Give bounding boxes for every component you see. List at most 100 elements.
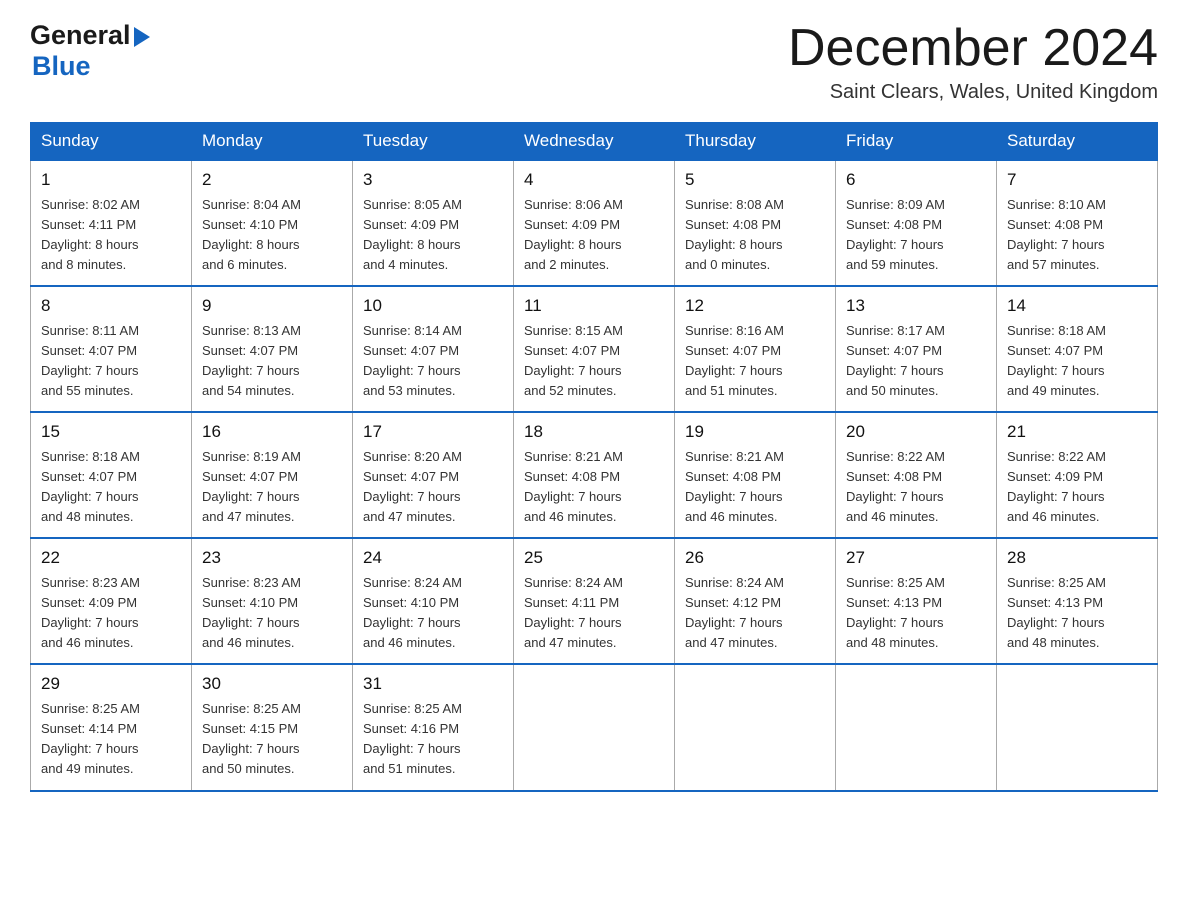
calendar-cell: 11Sunrise: 8:15 AMSunset: 4:07 PMDayligh… xyxy=(514,286,675,412)
day-number: 28 xyxy=(1007,545,1147,571)
weekday-header-friday: Friday xyxy=(836,123,997,161)
calendar-cell: 23Sunrise: 8:23 AMSunset: 4:10 PMDayligh… xyxy=(192,538,353,664)
day-info: Sunrise: 8:25 AMSunset: 4:15 PMDaylight:… xyxy=(202,699,342,780)
day-number: 8 xyxy=(41,293,181,319)
day-number: 16 xyxy=(202,419,342,445)
calendar-cell: 2Sunrise: 8:04 AMSunset: 4:10 PMDaylight… xyxy=(192,160,353,286)
calendar-cell: 25Sunrise: 8:24 AMSunset: 4:11 PMDayligh… xyxy=(514,538,675,664)
calendar-cell: 28Sunrise: 8:25 AMSunset: 4:13 PMDayligh… xyxy=(997,538,1158,664)
calendar-cell: 14Sunrise: 8:18 AMSunset: 4:07 PMDayligh… xyxy=(997,286,1158,412)
calendar-cell: 5Sunrise: 8:08 AMSunset: 4:08 PMDaylight… xyxy=(675,160,836,286)
day-info: Sunrise: 8:24 AMSunset: 4:12 PMDaylight:… xyxy=(685,573,825,654)
calendar-cell xyxy=(836,664,997,790)
day-number: 5 xyxy=(685,167,825,193)
page-header: General Blue December 2024 Saint Clears,… xyxy=(30,20,1158,104)
day-info: Sunrise: 8:04 AMSunset: 4:10 PMDaylight:… xyxy=(202,195,342,276)
day-number: 1 xyxy=(41,167,181,193)
calendar-cell: 20Sunrise: 8:22 AMSunset: 4:08 PMDayligh… xyxy=(836,412,997,538)
calendar-cell: 16Sunrise: 8:19 AMSunset: 4:07 PMDayligh… xyxy=(192,412,353,538)
day-info: Sunrise: 8:21 AMSunset: 4:08 PMDaylight:… xyxy=(524,447,664,528)
day-number: 31 xyxy=(363,671,503,697)
day-number: 4 xyxy=(524,167,664,193)
calendar-cell: 4Sunrise: 8:06 AMSunset: 4:09 PMDaylight… xyxy=(514,160,675,286)
calendar-cell: 8Sunrise: 8:11 AMSunset: 4:07 PMDaylight… xyxy=(31,286,192,412)
day-number: 10 xyxy=(363,293,503,319)
month-title: December 2024 xyxy=(788,20,1158,77)
day-info: Sunrise: 8:18 AMSunset: 4:07 PMDaylight:… xyxy=(41,447,181,528)
day-info: Sunrise: 8:19 AMSunset: 4:07 PMDaylight:… xyxy=(202,447,342,528)
day-number: 18 xyxy=(524,419,664,445)
calendar-cell: 18Sunrise: 8:21 AMSunset: 4:08 PMDayligh… xyxy=(514,412,675,538)
day-number: 9 xyxy=(202,293,342,319)
logo-blue-text: Blue xyxy=(32,51,91,82)
calendar-cell xyxy=(997,664,1158,790)
calendar-week-row: 29Sunrise: 8:25 AMSunset: 4:14 PMDayligh… xyxy=(31,664,1158,790)
logo-general-text: General xyxy=(30,20,131,51)
calendar-cell: 7Sunrise: 8:10 AMSunset: 4:08 PMDaylight… xyxy=(997,160,1158,286)
day-info: Sunrise: 8:08 AMSunset: 4:08 PMDaylight:… xyxy=(685,195,825,276)
day-info: Sunrise: 8:24 AMSunset: 4:10 PMDaylight:… xyxy=(363,573,503,654)
calendar-cell: 21Sunrise: 8:22 AMSunset: 4:09 PMDayligh… xyxy=(997,412,1158,538)
calendar-week-row: 8Sunrise: 8:11 AMSunset: 4:07 PMDaylight… xyxy=(31,286,1158,412)
day-info: Sunrise: 8:22 AMSunset: 4:08 PMDaylight:… xyxy=(846,447,986,528)
calendar-cell: 29Sunrise: 8:25 AMSunset: 4:14 PMDayligh… xyxy=(31,664,192,790)
calendar-week-row: 1Sunrise: 8:02 AMSunset: 4:11 PMDaylight… xyxy=(31,160,1158,286)
day-info: Sunrise: 8:25 AMSunset: 4:13 PMDaylight:… xyxy=(1007,573,1147,654)
weekday-header-sunday: Sunday xyxy=(31,123,192,161)
day-number: 25 xyxy=(524,545,664,571)
calendar-cell: 30Sunrise: 8:25 AMSunset: 4:15 PMDayligh… xyxy=(192,664,353,790)
calendar-week-row: 15Sunrise: 8:18 AMSunset: 4:07 PMDayligh… xyxy=(31,412,1158,538)
calendar-cell: 15Sunrise: 8:18 AMSunset: 4:07 PMDayligh… xyxy=(31,412,192,538)
calendar-cell xyxy=(514,664,675,790)
day-number: 15 xyxy=(41,419,181,445)
location-subtitle: Saint Clears, Wales, United Kingdom xyxy=(788,81,1158,104)
day-number: 7 xyxy=(1007,167,1147,193)
calendar-cell: 9Sunrise: 8:13 AMSunset: 4:07 PMDaylight… xyxy=(192,286,353,412)
day-number: 23 xyxy=(202,545,342,571)
day-info: Sunrise: 8:10 AMSunset: 4:08 PMDaylight:… xyxy=(1007,195,1147,276)
calendar-week-row: 22Sunrise: 8:23 AMSunset: 4:09 PMDayligh… xyxy=(31,538,1158,664)
day-info: Sunrise: 8:09 AMSunset: 4:08 PMDaylight:… xyxy=(846,195,986,276)
calendar-cell: 13Sunrise: 8:17 AMSunset: 4:07 PMDayligh… xyxy=(836,286,997,412)
calendar-cell: 26Sunrise: 8:24 AMSunset: 4:12 PMDayligh… xyxy=(675,538,836,664)
day-info: Sunrise: 8:11 AMSunset: 4:07 PMDaylight:… xyxy=(41,321,181,402)
calendar-cell: 19Sunrise: 8:21 AMSunset: 4:08 PMDayligh… xyxy=(675,412,836,538)
day-number: 17 xyxy=(363,419,503,445)
day-info: Sunrise: 8:14 AMSunset: 4:07 PMDaylight:… xyxy=(363,321,503,402)
calendar-cell: 10Sunrise: 8:14 AMSunset: 4:07 PMDayligh… xyxy=(353,286,514,412)
day-number: 12 xyxy=(685,293,825,319)
calendar-table: SundayMondayTuesdayWednesdayThursdayFrid… xyxy=(30,122,1158,791)
day-number: 19 xyxy=(685,419,825,445)
weekday-header-saturday: Saturday xyxy=(997,123,1158,161)
day-info: Sunrise: 8:05 AMSunset: 4:09 PMDaylight:… xyxy=(363,195,503,276)
day-number: 22 xyxy=(41,545,181,571)
day-number: 29 xyxy=(41,671,181,697)
day-info: Sunrise: 8:23 AMSunset: 4:09 PMDaylight:… xyxy=(41,573,181,654)
calendar-header-row: SundayMondayTuesdayWednesdayThursdayFrid… xyxy=(31,123,1158,161)
day-info: Sunrise: 8:24 AMSunset: 4:11 PMDaylight:… xyxy=(524,573,664,654)
logo: General Blue xyxy=(30,20,150,82)
weekday-header-monday: Monday xyxy=(192,123,353,161)
logo-arrow-icon xyxy=(134,27,150,47)
day-info: Sunrise: 8:06 AMSunset: 4:09 PMDaylight:… xyxy=(524,195,664,276)
day-info: Sunrise: 8:13 AMSunset: 4:07 PMDaylight:… xyxy=(202,321,342,402)
day-info: Sunrise: 8:20 AMSunset: 4:07 PMDaylight:… xyxy=(363,447,503,528)
day-number: 2 xyxy=(202,167,342,193)
day-number: 20 xyxy=(846,419,986,445)
calendar-cell: 3Sunrise: 8:05 AMSunset: 4:09 PMDaylight… xyxy=(353,160,514,286)
day-number: 14 xyxy=(1007,293,1147,319)
day-number: 3 xyxy=(363,167,503,193)
calendar-cell: 6Sunrise: 8:09 AMSunset: 4:08 PMDaylight… xyxy=(836,160,997,286)
day-info: Sunrise: 8:21 AMSunset: 4:08 PMDaylight:… xyxy=(685,447,825,528)
day-info: Sunrise: 8:16 AMSunset: 4:07 PMDaylight:… xyxy=(685,321,825,402)
day-info: Sunrise: 8:22 AMSunset: 4:09 PMDaylight:… xyxy=(1007,447,1147,528)
day-number: 27 xyxy=(846,545,986,571)
day-info: Sunrise: 8:25 AMSunset: 4:16 PMDaylight:… xyxy=(363,699,503,780)
calendar-cell: 17Sunrise: 8:20 AMSunset: 4:07 PMDayligh… xyxy=(353,412,514,538)
day-number: 6 xyxy=(846,167,986,193)
title-block: December 2024 Saint Clears, Wales, Unite… xyxy=(788,20,1158,104)
day-number: 13 xyxy=(846,293,986,319)
weekday-header-wednesday: Wednesday xyxy=(514,123,675,161)
calendar-cell: 1Sunrise: 8:02 AMSunset: 4:11 PMDaylight… xyxy=(31,160,192,286)
day-number: 21 xyxy=(1007,419,1147,445)
